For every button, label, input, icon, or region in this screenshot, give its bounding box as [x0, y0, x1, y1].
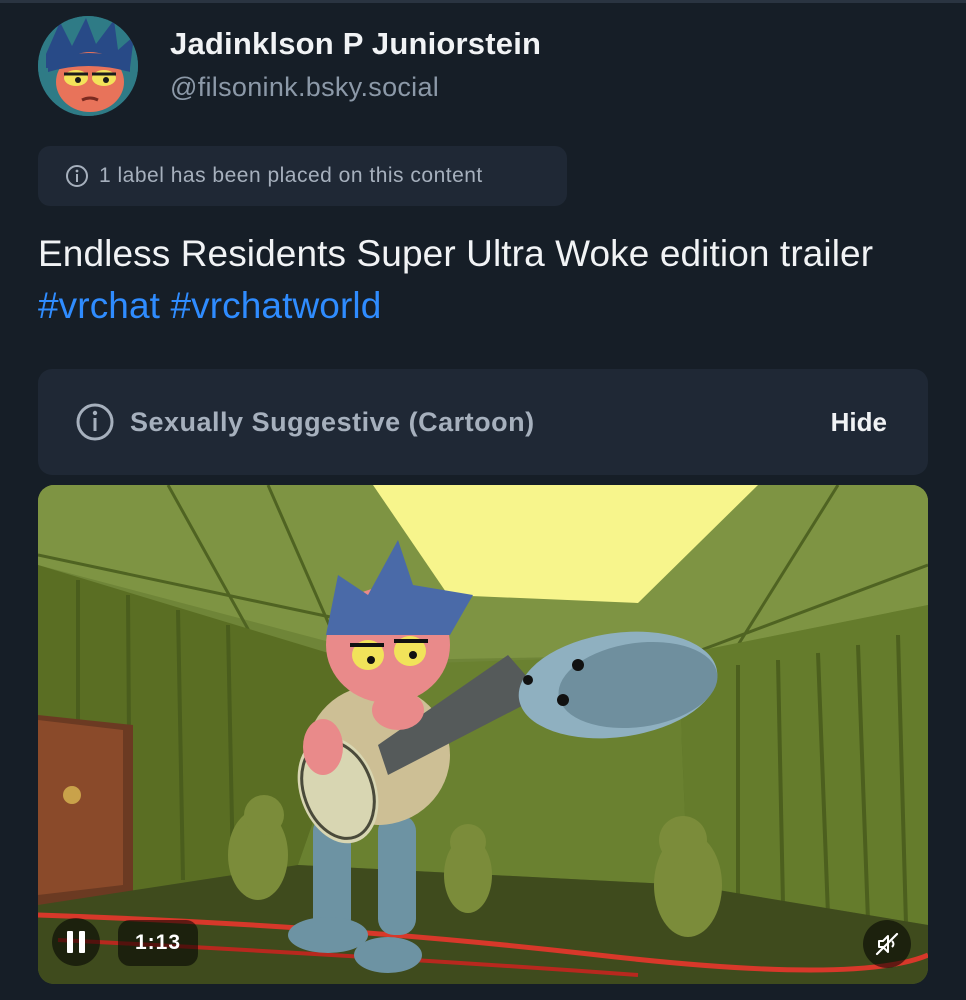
- label-notice-text: 1 label has been placed on this content: [99, 164, 483, 187]
- hashtag-link[interactable]: #vrchat: [38, 285, 160, 326]
- hide-button[interactable]: Hide: [831, 407, 887, 438]
- video-player[interactable]: 1:13: [38, 485, 928, 984]
- author-avatar[interactable]: [38, 16, 138, 116]
- mute-toggle-button[interactable]: [863, 920, 911, 968]
- video-frame: [38, 485, 928, 984]
- author-handle[interactable]: @filsonink.bsky.social: [170, 72, 439, 103]
- muted-speaker-icon: [875, 932, 899, 956]
- pause-button[interactable]: [52, 918, 100, 966]
- content-warning-bar[interactable]: Sexually Suggestive (Cartoon) Hide: [38, 369, 928, 475]
- post-text: Endless Residents Super Ultra Woke editi…: [38, 233, 874, 274]
- content-warning-label: Sexually Suggestive (Cartoon): [130, 406, 535, 437]
- pause-icon: [67, 931, 73, 953]
- label-notice-button[interactable]: 1 label has been placed on this content: [38, 146, 567, 206]
- avatar-image: [38, 16, 138, 116]
- author-display-name[interactable]: Jadinklson P Juniorstein: [170, 26, 541, 62]
- info-icon: [75, 402, 115, 442]
- post-body: Endless Residents Super Ultra Woke editi…: [38, 228, 938, 332]
- video-elapsed-time: 1:13: [118, 920, 199, 966]
- top-divider: [0, 0, 966, 3]
- hashtag-link[interactable]: #vrchatworld: [170, 285, 381, 326]
- info-icon: [65, 164, 89, 188]
